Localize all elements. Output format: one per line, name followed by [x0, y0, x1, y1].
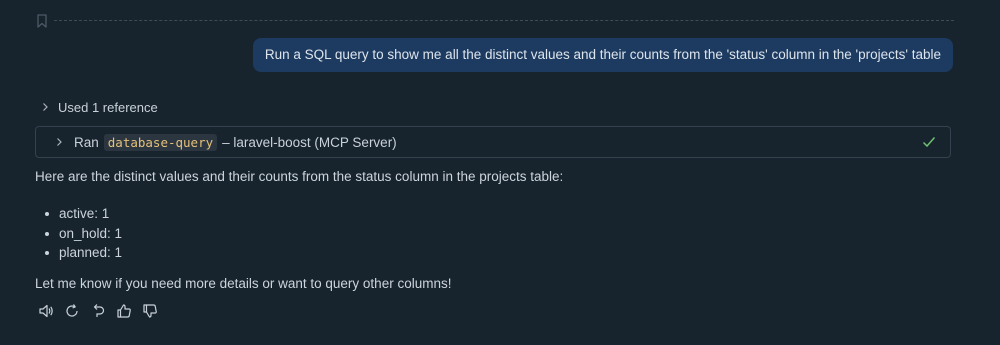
bookmark-icon[interactable] — [36, 14, 48, 28]
thumbs-up-icon[interactable] — [116, 303, 132, 319]
tool-call-source: – laravel-boost (MCP Server) — [222, 134, 397, 150]
speaker-icon[interactable] — [38, 303, 54, 319]
tool-name-chip: database-query — [103, 133, 218, 151]
list-item: on_hold: 1 — [35, 224, 122, 244]
response-intro: Here are the distinct values and their c… — [35, 169, 564, 184]
user-message-bubble: Run a SQL query to show me all the disti… — [252, 38, 953, 72]
chevron-right-icon — [57, 138, 62, 146]
tool-call-prefix: Ran — [74, 134, 99, 150]
message-actions — [38, 303, 158, 319]
references-toggle[interactable]: Used 1 reference — [40, 97, 158, 117]
thumbs-down-icon[interactable] — [142, 303, 158, 319]
tool-call-panel[interactable]: Ran database-query – laravel-boost (MCP … — [35, 126, 951, 158]
retry-icon[interactable] — [64, 303, 80, 319]
turn-divider — [54, 20, 954, 21]
response-outro: Let me know if you need more details or … — [35, 276, 452, 291]
undo-icon[interactable] — [90, 303, 106, 319]
chevron-right-icon — [43, 103, 48, 111]
references-label: Used 1 reference — [58, 99, 158, 115]
check-icon — [922, 137, 936, 148]
list-item: planned: 1 — [35, 243, 122, 263]
status-count-list: active: 1 on_hold: 1 planned: 1 — [35, 204, 122, 263]
list-item: active: 1 — [35, 204, 122, 224]
